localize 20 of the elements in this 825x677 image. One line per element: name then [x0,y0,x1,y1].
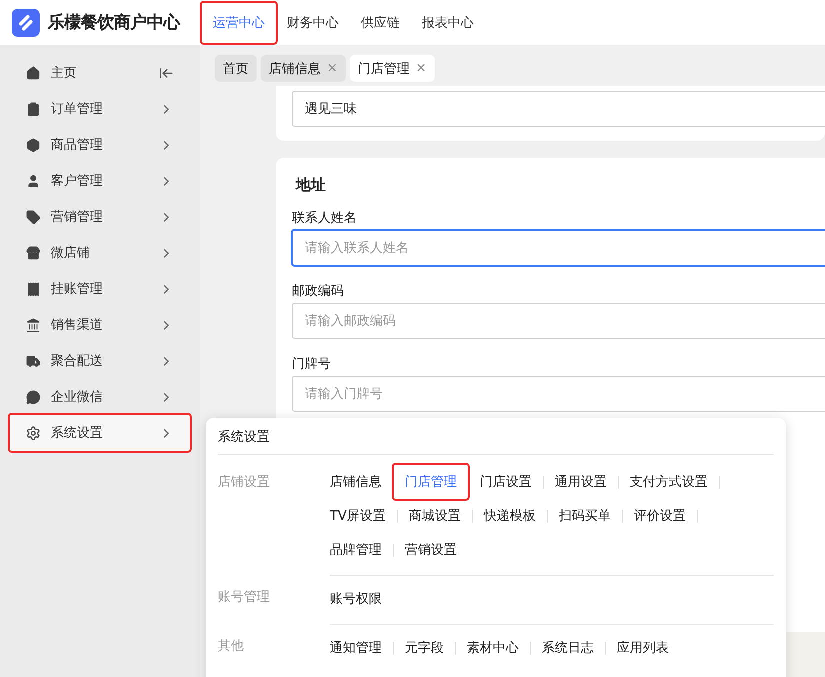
section-title: 地址 [296,176,327,195]
sidebar-label: 订单管理 [51,101,104,118]
sidebar-label: 系统设置 [51,425,104,442]
sidebar-label: 聚合配送 [51,353,104,370]
app-name: 乐檬餐饮商户中心 [48,12,180,34]
sidebar-label: 营销管理 [51,209,104,226]
field-label: 邮政编码 [292,283,345,300]
field-label: 门牌号 [292,356,332,373]
sidebar-label: 企业微信 [51,389,104,406]
group-label: 账号管理 [218,589,271,607]
group-label: 其他 [218,638,245,656]
sidebar-label: 销售渠道 [51,317,104,334]
sidebar-label: 客户管理 [51,173,104,190]
sidebar-label: 主页 [51,65,78,82]
group-label: 店铺设置 [218,474,271,492]
menu-title: 系统设置 [218,428,774,455]
sidebar-label: 商品管理 [51,137,104,154]
sidebar-label: 微店铺 [51,245,91,262]
field-label: 联系人姓名 [292,210,358,227]
sidebar-label: 挂账管理 [51,281,104,298]
